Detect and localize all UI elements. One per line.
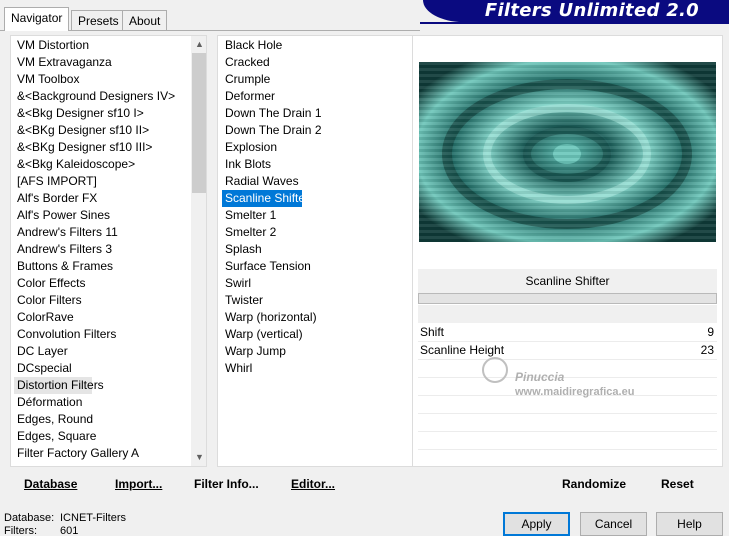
apply-button[interactable]: Apply [503, 512, 570, 536]
category-item[interactable]: DCspecial [14, 360, 72, 377]
reset-button[interactable]: Reset [661, 477, 694, 491]
category-item[interactable]: &<BKg Designer sf10 III> [14, 139, 152, 156]
category-item[interactable]: DC Layer [14, 343, 68, 360]
filter-progress-bar [418, 293, 717, 304]
scroll-up-icon[interactable]: ▲ [191, 36, 206, 53]
watermark-logo-icon [482, 357, 508, 383]
tab-presets[interactable]: Presets [71, 10, 126, 30]
param-shift-value[interactable]: 9 [707, 324, 714, 341]
category-item[interactable]: &<Bkg Kaleidoscope> [14, 156, 135, 173]
param-scanline-height-value[interactable]: 23 [701, 342, 714, 359]
param-divider [418, 413, 717, 414]
preview-image [419, 62, 716, 242]
randomize-button[interactable]: Randomize [562, 477, 626, 491]
filter-item[interactable]: Down The Drain 2 [222, 122, 322, 139]
help-button[interactable]: Help [656, 512, 723, 536]
category-item[interactable]: Edges, Square [14, 428, 96, 445]
category-item[interactable]: Alf's Border FX [14, 190, 97, 207]
category-item[interactable]: Color Effects [14, 275, 85, 292]
category-item[interactable]: &<Bkg Designer sf10 I> [14, 105, 144, 122]
filter-title-box: Scanline Shifter [418, 269, 717, 293]
app-title: Filters Unlimited 2.0 [484, 0, 699, 21]
category-scrollbar[interactable]: ▲ ▼ [191, 36, 206, 466]
category-item[interactable]: ColorRave [14, 309, 74, 326]
param-shift-label: Shift [420, 325, 445, 339]
param-divider [418, 431, 717, 432]
cancel-button[interactable]: Cancel [580, 512, 647, 536]
status-filters-value: 601 [60, 525, 79, 536]
watermark-url: www.maidiregrafica.eu [515, 386, 635, 398]
param-shift[interactable]: Shift 9 [418, 324, 717, 341]
category-item[interactable]: Filter Factory Gallery A [14, 445, 139, 462]
filter-item[interactable]: Warp (vertical) [222, 326, 303, 343]
filter-item[interactable]: Explosion [222, 139, 277, 156]
preview-art [419, 62, 716, 242]
param-divider [418, 341, 717, 342]
filter-item[interactable]: Down The Drain 1 [222, 105, 322, 122]
scroll-thumb[interactable] [192, 53, 206, 193]
category-item[interactable]: Convolution Filters [14, 326, 116, 343]
filter-item[interactable]: Cracked [222, 54, 270, 71]
tab-about[interactable]: About [122, 10, 168, 30]
filter-item[interactable]: Smelter 1 [222, 207, 276, 224]
status-database-value: ICNET-Filters [60, 512, 126, 524]
filter-item[interactable]: Swirl [222, 275, 251, 292]
filter-item[interactable]: Ink Blots [222, 156, 271, 173]
watermark: Pinuccia www.maidiregrafica.eu [482, 355, 682, 405]
app-banner: Filters Unlimited 2.0 [423, 0, 729, 22]
category-item[interactable]: [AFS IMPORT] [14, 173, 97, 190]
category-item[interactable]: &<BKg Designer sf10 II> [14, 122, 149, 139]
category-item[interactable]: VM Distortion [14, 37, 89, 54]
category-item[interactable]: Buttons & Frames [14, 258, 113, 275]
category-item[interactable]: Color Filters [14, 292, 82, 309]
filter-item[interactable]: Surface Tension [222, 258, 311, 275]
category-list[interactable]: VM Distortion VM Extravaganza VM Toolbox &<… [10, 35, 207, 467]
import-button[interactable]: Import... [115, 477, 162, 491]
category-item[interactable]: Alf's Power Sines [14, 207, 110, 224]
category-item[interactable]: &<Background Designers IV> [14, 88, 175, 105]
category-item[interactable]: Distortion Filters [14, 377, 104, 394]
filter-item[interactable]: Warp (horizontal) [222, 309, 317, 326]
banner-underline [420, 22, 729, 24]
filter-item[interactable]: Smelter 2 [222, 224, 276, 241]
filter-list[interactable]: Black Hole Cracked Crumple Deformer Down The… [217, 35, 413, 467]
param-divider [418, 449, 717, 450]
status-filters-label: Filters: [4, 525, 37, 536]
category-item[interactable]: VM Extravaganza [14, 54, 112, 71]
filter-item[interactable]: Scanline Shifter [222, 190, 309, 207]
category-item[interactable]: VM Toolbox [14, 71, 79, 88]
filter-info-button[interactable]: Filter Info... [194, 477, 259, 491]
filter-item[interactable]: Whirl [222, 360, 252, 377]
param-header-strip [418, 305, 717, 323]
status-database-label: Database: [4, 512, 55, 524]
filter-item[interactable]: Black Hole [222, 37, 282, 54]
filter-item[interactable]: Warp Jump [222, 343, 286, 360]
watermark-name: Pinuccia [515, 370, 565, 384]
filter-item[interactable]: Crumple [222, 71, 270, 88]
tab-navigator[interactable]: Navigator [4, 7, 70, 31]
filter-item[interactable]: Radial Waves [222, 173, 299, 190]
database-button[interactable]: Database [24, 477, 77, 491]
category-item[interactable]: Déformation [14, 394, 82, 411]
filter-item[interactable]: Twister [222, 292, 263, 309]
scroll-down-icon[interactable]: ▼ [191, 449, 206, 466]
category-item[interactable]: Edges, Round [14, 411, 93, 428]
filter-item[interactable]: Deformer [222, 88, 275, 105]
filter-item[interactable]: Splash [222, 241, 262, 258]
category-item[interactable]: Andrew's Filters 3 [14, 241, 112, 258]
category-item[interactable]: Andrew's Filters 11 [14, 224, 118, 241]
editor-button[interactable]: Editor... [291, 477, 335, 491]
